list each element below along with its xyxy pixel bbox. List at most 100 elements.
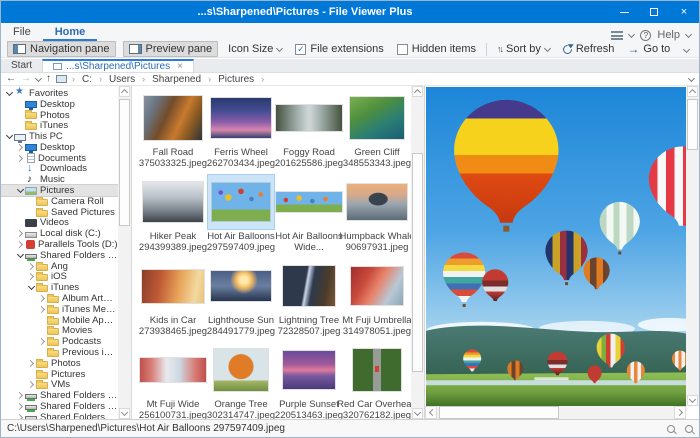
file-item-mt-fuji-umbrella[interactable]: Mt Fuji Umbrella314978051.jpeg [343,259,411,343]
scrollbar-thumb[interactable] [439,406,559,419]
file-thumbnail[interactable] [344,175,410,229]
recent-locations-icon[interactable] [35,74,42,81]
tab-file[interactable]: File [1,24,43,41]
tree-item-this-pc[interactable]: This PC [1,131,118,142]
close-button[interactable]: × [669,1,699,23]
tree-item-itunes-media[interactable]: iTunes Media [1,304,118,315]
chevron-right-icon[interactable] [26,358,36,368]
file-thumbnail[interactable] [344,91,410,145]
file-item-hiker-peak[interactable]: Hiker Peak294399389.jpeg [139,175,207,259]
tree-item-desktop[interactable]: Desktop [1,142,118,153]
file-item-orange-tree[interactable]: Orange Tree302314747.jpeg [207,343,275,427]
zoom-out-icon[interactable] [667,425,675,433]
tree-item-shared-folders-w-[interactable]: Shared Folders (W:) [1,250,118,261]
file-extensions-checkbox[interactable]: ✓ File extensions [292,42,386,56]
tree-scrollbar[interactable] [118,86,131,419]
tree-item-photos[interactable]: Photos [1,110,118,121]
scrollbar-thumb[interactable] [119,99,130,226]
chevron-down-icon[interactable] [688,74,695,81]
tree-item-itunes[interactable]: iTunes [1,120,118,131]
chevron-right-icon[interactable] [15,402,25,412]
tree-item-saved-pictures[interactable]: Saved Pictures [1,207,118,218]
hidden-items-checkbox[interactable]: Hidden items [394,42,479,56]
tab-home[interactable]: Home [43,24,98,41]
chevron-down-icon[interactable] [4,132,14,142]
scroll-down-icon[interactable] [119,408,130,419]
tree-item-vms[interactable]: VMs [1,380,118,391]
ribbon-display-options-icon[interactable] [611,31,623,40]
breadcrumb-segment[interactable]: Users [107,74,137,85]
file-thumbnail[interactable] [344,259,410,313]
maximize-button[interactable] [639,1,669,23]
computer-icon[interactable] [56,75,67,83]
chevron-right-icon[interactable] [15,142,25,152]
file-item-lighthouse-sun[interactable]: Lighthouse Sun284491779.jpeg [207,259,275,343]
navigation-pane-toggle[interactable]: Navigation pane [7,41,116,57]
tree-item-photos[interactable]: Photos [1,358,118,369]
preview-vertical-scrollbar[interactable] [686,86,699,406]
file-item-hab-wide[interactable]: Hot Air BalloonsWide... [275,175,343,259]
breadcrumb-segment[interactable]: C: [80,74,94,85]
scroll-up-icon[interactable] [119,86,130,97]
file-thumbnail[interactable] [208,91,274,145]
tree-item-shared-folders-z-[interactable]: Shared Folders (Z:) [1,412,118,419]
chevron-right-icon[interactable] [26,261,36,271]
tree-item-podcasts[interactable]: Podcasts [1,336,118,347]
collapse-ribbon-button[interactable] [684,43,693,55]
file-thumbnail[interactable] [140,259,206,313]
chevron-down-icon[interactable] [4,88,14,98]
chevron-down-icon[interactable] [15,186,25,196]
file-thumbnail[interactable] [276,259,342,313]
tab-start[interactable]: Start [1,59,42,72]
breadcrumb-segment[interactable]: Pictures [216,74,256,85]
tree-item-pictures[interactable]: Pictures [1,185,118,196]
file-item-humpback-whale[interactable]: Humpback Whale90697931.jpeg [343,175,411,259]
tree-item-camera-roll[interactable]: Camera Roll [1,196,118,207]
tree-item-itunes[interactable]: iTunes [1,282,118,293]
go-to-button[interactable]: → Go to [624,42,673,56]
tree-item-parallels-tools-d-[interactable]: Parallels Tools (D:) [1,239,118,250]
file-thumbnail[interactable] [276,91,342,145]
file-item-purple-sunset[interactable]: Purple Sunset220513463.jpeg [275,343,343,427]
close-tab-icon[interactable]: × [177,61,183,72]
sort-by-dropdown[interactable]: ↑↓ Sort by [494,42,553,56]
up-icon[interactable]: ↑ [46,74,51,84]
file-thumbnail[interactable] [276,343,342,397]
breadcrumb-segment[interactable]: Sharpened [150,74,203,85]
preview-horizontal-scrollbar[interactable] [425,406,686,419]
chevron-right-icon[interactable] [37,337,47,347]
chevron-right-icon[interactable] [15,229,25,239]
file-thumbnail[interactable] [344,343,410,397]
chevron-right-icon[interactable] [15,240,25,250]
file-thumbnail[interactable] [140,175,206,229]
tree-item-mobile-applications[interactable]: Mobile Applications [1,315,118,326]
file-item-lightning-tree[interactable]: Lightning Tree72328507.jpeg [275,259,343,343]
icon-size-dropdown[interactable]: Icon Size [225,42,285,56]
file-item-ferris-wheel[interactable]: Ferris Wheel262703434.jpeg [207,91,275,175]
tree-item-local-disk-c-[interactable]: Local disk (C:) [1,228,118,239]
chevron-right-icon[interactable] [15,153,25,163]
minimize-button[interactable] [609,1,639,23]
help-menu[interactable]: Help [657,29,680,41]
chevron-right-icon[interactable] [15,391,25,401]
scroll-right-icon[interactable] [674,406,686,419]
scrollbar-thumb[interactable] [412,153,423,373]
scroll-left-icon[interactable] [425,406,437,419]
file-item-kids-in-car[interactable]: Kids in Car273938465.jpeg [139,259,207,343]
scrollbar-thumb[interactable] [687,99,698,150]
tree-item-downloads[interactable]: Downloads [1,164,118,175]
chevron-right-icon[interactable] [15,412,25,419]
tree-item-favorites[interactable]: Favorites [1,88,118,99]
file-thumbnail[interactable] [208,259,274,313]
chevron-down-icon[interactable] [26,283,36,293]
chevron-right-icon[interactable] [37,304,47,314]
file-thumbnail[interactable] [140,91,206,145]
tree-item-videos[interactable]: Videos [1,218,118,229]
file-item-red-car-overhead[interactable]: Red Car Overhead320762182.jpeg [343,343,411,427]
tree-item-album-artwork[interactable]: Album Artwork [1,293,118,304]
tree-item-desktop[interactable]: Desktop [1,99,118,110]
tree-item-movies[interactable]: Movies [1,326,118,337]
file-item-foggy-road[interactable]: Foggy Road201625586.jpeg [275,91,343,175]
file-thumbnail[interactable] [276,175,342,229]
scroll-up-icon[interactable] [412,86,423,97]
